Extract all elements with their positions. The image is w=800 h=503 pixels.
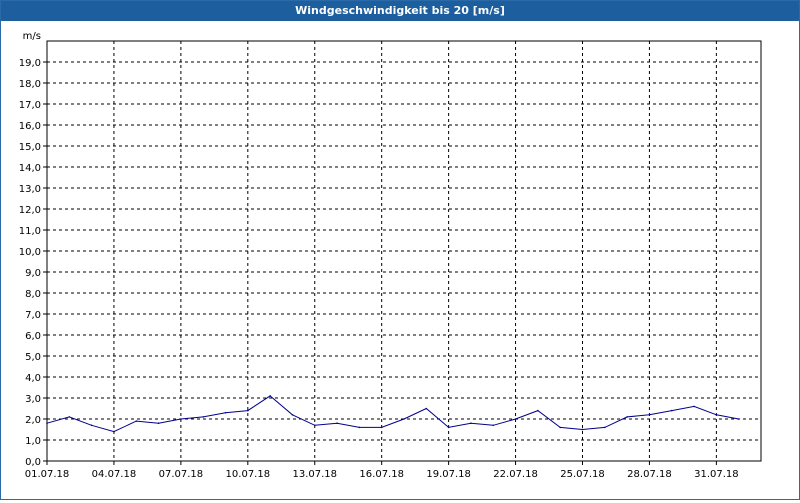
x-tick-label: 19.07.18 <box>426 469 471 480</box>
data-point <box>46 422 48 425</box>
data-point <box>737 418 740 420</box>
data-point <box>135 420 138 422</box>
data-point <box>537 409 539 412</box>
x-tick-label: 10.07.18 <box>226 469 271 480</box>
y-tick-label: 19,0 <box>19 58 41 69</box>
data-point <box>670 409 673 412</box>
data-point <box>559 426 561 429</box>
y-tick-label: 7,0 <box>25 310 41 321</box>
y-tick-label: 2,0 <box>25 415 41 426</box>
y-tick-label: 3,0 <box>25 394 41 405</box>
x-tick-label: 07.07.18 <box>159 469 204 480</box>
data-point <box>626 416 628 418</box>
data-point <box>514 418 517 420</box>
chart-window: Windgeschwindigkeit bis 20 [m/s] 0,0 1,0 2… <box>0 0 800 500</box>
y-tick-label: 4,0 <box>25 373 41 384</box>
x-tick-label: 16.07.18 <box>359 469 404 480</box>
data-point <box>715 414 718 416</box>
data-point <box>224 411 227 414</box>
data-point <box>113 430 115 433</box>
data-point <box>202 416 204 418</box>
y-tick-label: 1,0 <box>25 436 41 447</box>
data-point <box>358 426 361 429</box>
data-point <box>648 414 651 416</box>
y-tick-label: 0,0 <box>25 457 41 468</box>
data-point <box>313 424 316 427</box>
chart-title: Windgeschwindigkeit bis 20 [m/s] <box>1 1 799 21</box>
y-tick-label: 15,0 <box>19 142 41 153</box>
data-point <box>291 414 294 416</box>
y-tick-label: 16,0 <box>19 121 41 132</box>
data-point <box>604 426 606 429</box>
y-tick-label: 6,0 <box>25 331 41 342</box>
data-point <box>380 426 383 429</box>
x-tick-label: 31.07.18 <box>694 469 739 480</box>
data-point <box>68 416 71 418</box>
y-tick-label: 17,0 <box>19 100 41 111</box>
y-tick-label: 9,0 <box>25 268 41 279</box>
data-point <box>180 418 182 420</box>
x-tick-label: 25.07.18 <box>560 469 605 480</box>
wind-speed-chart: 0,0 1,0 2,0 3,0 4,0 5,0 6,0 7,0 8,0 9,0 10,0 11,0 12… <box>19 31 762 480</box>
x-tick-label: 01.07.18 <box>25 469 70 480</box>
y-tick-label: 10,0 <box>19 247 41 258</box>
y-tick-label: 12,0 <box>19 205 41 216</box>
data-point <box>693 405 695 408</box>
y-tick-label: 13,0 <box>19 184 41 195</box>
y-axis-label: m/s <box>23 31 41 42</box>
data-point <box>269 395 271 397</box>
data-point <box>447 426 450 429</box>
data-point <box>403 418 405 420</box>
data-point <box>492 424 495 427</box>
data-point <box>581 428 584 431</box>
x-tick-label: 13.07.18 <box>292 469 337 480</box>
y-tick-label: 18,0 <box>19 79 41 90</box>
data-point <box>157 422 160 425</box>
chart-area: 0,0 1,0 2,0 3,0 4,0 5,0 6,0 7,0 8,0 9,0 10,0 11,0 12… <box>1 21 799 499</box>
data-point <box>425 407 428 410</box>
data-point <box>470 422 472 425</box>
data-point <box>247 409 249 412</box>
y-tick-label: 11,0 <box>19 226 41 237</box>
y-tick-label: 14,0 <box>19 163 41 174</box>
data-point <box>336 422 338 425</box>
x-tick-label: 22.07.18 <box>493 469 538 480</box>
y-tick-label: 8,0 <box>25 289 41 300</box>
x-tick-label: 04.07.18 <box>92 469 137 480</box>
data-point <box>90 424 93 427</box>
x-tick-label: 28.07.18 <box>627 469 672 480</box>
y-tick-label: 5,0 <box>25 352 41 363</box>
